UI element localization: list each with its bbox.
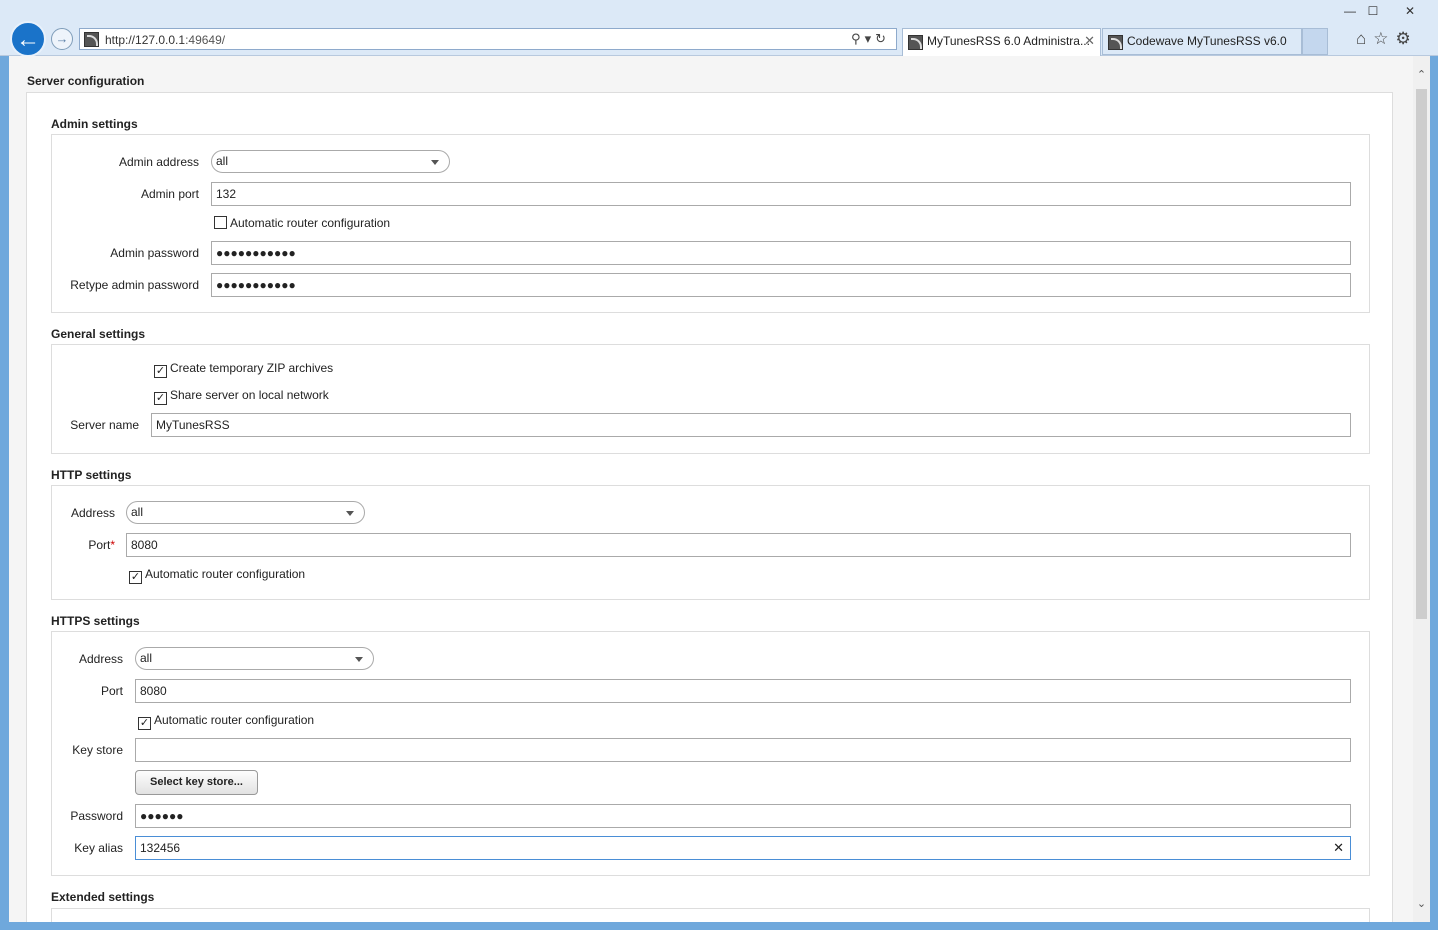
refresh-icon[interactable]: ↻ (875, 31, 890, 46)
https-auto-router-checkbox[interactable]: ✓ Automatic router configuration (138, 713, 315, 730)
search-icon[interactable]: ⚲ (851, 31, 865, 46)
admin-password-input[interactable]: ●●●●●●●●●●● (211, 241, 1351, 265)
tab-admin[interactable]: MyTunesRSS 6.0 Administra... ✕ (902, 28, 1101, 56)
tab-label: MyTunesRSS 6.0 Administra... (927, 34, 1090, 48)
chevron-down-icon (431, 160, 439, 165)
clear-input-icon[interactable]: ✕ (1333, 840, 1344, 856)
https-settings-title: HTTPS settings (51, 614, 140, 628)
admin-auto-router-checkbox[interactable]: Automatic router configuration (214, 216, 390, 232)
back-arrow-icon: ← (16, 26, 40, 53)
admin-settings-box: Admin address all Admin port 132 Automat… (51, 134, 1370, 313)
admin-settings-title: Admin settings (51, 117, 138, 131)
page-viewport: Server configuration Admin settings Admi… (9, 56, 1430, 922)
http-auto-router-checkbox[interactable]: ✓ Automatic router configuration (129, 567, 306, 584)
admin-password-label: Admin password (110, 246, 199, 260)
admin-port-input[interactable]: 132 (211, 182, 1351, 206)
new-tab-button[interactable] (1302, 28, 1328, 55)
rss-icon (84, 32, 99, 47)
forward-arrow-icon: → (55, 31, 69, 46)
browser-chrome: — ☐ ✕ ← → http://127.0.0.1:49649/ ⚲▾↻ My… (0, 0, 1438, 57)
https-password-input[interactable]: ●●●●●● (135, 804, 1351, 828)
star-icon[interactable]: ☆ (1373, 29, 1395, 48)
http-port-input[interactable]: 8080 (126, 533, 1351, 557)
server-name-input[interactable]: MyTunesRSS (151, 413, 1351, 437)
close-tab-icon[interactable]: ✕ (1084, 33, 1095, 49)
server-name-label: Server name (70, 418, 139, 432)
scroll-up-icon[interactable]: ⌃ (1414, 68, 1429, 81)
http-address-select[interactable]: all (126, 501, 365, 524)
https-address-select[interactable]: all (135, 647, 374, 670)
http-address-value: all (131, 505, 144, 519)
required-marker: * (110, 538, 115, 552)
https-settings-box: Address all Port 8080 ✓ Automatic router … (51, 631, 1370, 876)
checkbox-label: Create temporary ZIP archives (170, 361, 334, 375)
admin-address-select[interactable]: all (211, 150, 450, 173)
https-port-label: Port (100, 684, 123, 698)
rss-icon (1108, 35, 1123, 50)
https-port-input[interactable]: 8080 (135, 679, 1351, 703)
admin-address-label: Admin address (118, 155, 199, 169)
home-icon[interactable]: ⌂ (1356, 29, 1373, 48)
browser-toolbar-icons: ⌂☆⚙ (1356, 29, 1418, 49)
general-settings-title: General settings (51, 327, 146, 341)
scroll-down-icon[interactable]: ⌄ (1414, 897, 1429, 910)
page-title: Server configuration (27, 74, 145, 88)
http-port-label: Port* (88, 538, 115, 552)
zip-archives-checkbox[interactable]: ✓ Create temporary ZIP archives (154, 361, 334, 378)
https-address-value: all (140, 651, 153, 665)
key-alias-input[interactable]: 132456 ✕ (135, 836, 1351, 860)
rss-icon (908, 35, 923, 50)
tab-codewave[interactable]: Codewave MyTunesRSS v6.0 (1102, 28, 1302, 55)
checkbox-box[interactable]: ✓ (138, 717, 151, 730)
extended-settings-title: Extended settings (51, 890, 155, 904)
checkbox-box[interactable]: ✓ (154, 365, 167, 378)
retype-password-label: Retype admin password (70, 278, 199, 292)
tab-label: Codewave MyTunesRSS v6.0 (1127, 34, 1287, 48)
checkbox-box[interactable] (214, 216, 227, 229)
checkbox-label: Share server on local network (170, 388, 329, 402)
admin-address-value: all (216, 154, 229, 168)
vertical-scrollbar[interactable]: ⌃ ⌄ (1413, 56, 1430, 922)
key-store-input[interactable] (135, 738, 1351, 762)
http-address-label: Address (70, 506, 115, 520)
close-window-button[interactable]: ✕ (1394, 2, 1426, 20)
config-panel: Admin settings Admin address all Admin p… (26, 92, 1393, 922)
checkbox-label: Automatic router configuration (230, 216, 391, 230)
scrollbar-thumb[interactable] (1416, 89, 1427, 619)
checkbox-label: Automatic router configuration (145, 567, 306, 581)
checkbox-box[interactable]: ✓ (129, 571, 142, 584)
forward-button[interactable]: → (51, 28, 73, 50)
checkbox-box[interactable]: ✓ (154, 392, 167, 405)
gear-icon[interactable]: ⚙ (1396, 29, 1418, 48)
http-settings-title: HTTP settings (51, 468, 132, 482)
checkbox-label: Automatic router configuration (154, 713, 315, 727)
https-password-label: Password (70, 809, 123, 823)
general-settings-box: ✓ Create temporary ZIP archives ✓ Share se… (51, 344, 1370, 454)
http-settings-box: Address all Port* 8080 ✓ Automatic router… (51, 485, 1370, 600)
admin-port-label: Admin port (140, 187, 199, 201)
chevron-down-icon (346, 511, 354, 516)
share-server-checkbox[interactable]: ✓ Share server on local network (154, 388, 329, 405)
key-store-label: Key store (72, 743, 123, 757)
maximize-button[interactable]: ☐ (1357, 2, 1389, 20)
extended-settings-box (51, 908, 1370, 922)
https-address-label: Address (78, 652, 123, 666)
key-alias-label: Key alias (74, 841, 123, 855)
select-key-store-button[interactable]: Select key store... (135, 770, 258, 795)
chevron-down-icon (355, 657, 363, 662)
address-bar[interactable]: http://127.0.0.1:49649/ ⚲▾↻ (79, 28, 897, 50)
key-alias-value: 132456 (140, 841, 181, 855)
address-tools: ⚲▾↻ (851, 31, 890, 47)
retype-password-input[interactable]: ●●●●●●●●●●● (211, 273, 1351, 297)
url-text[interactable]: http://127.0.0.1:49649/ (105, 33, 225, 47)
dropdown-icon[interactable]: ▾ (865, 31, 876, 46)
back-button[interactable]: ← (10, 21, 46, 57)
